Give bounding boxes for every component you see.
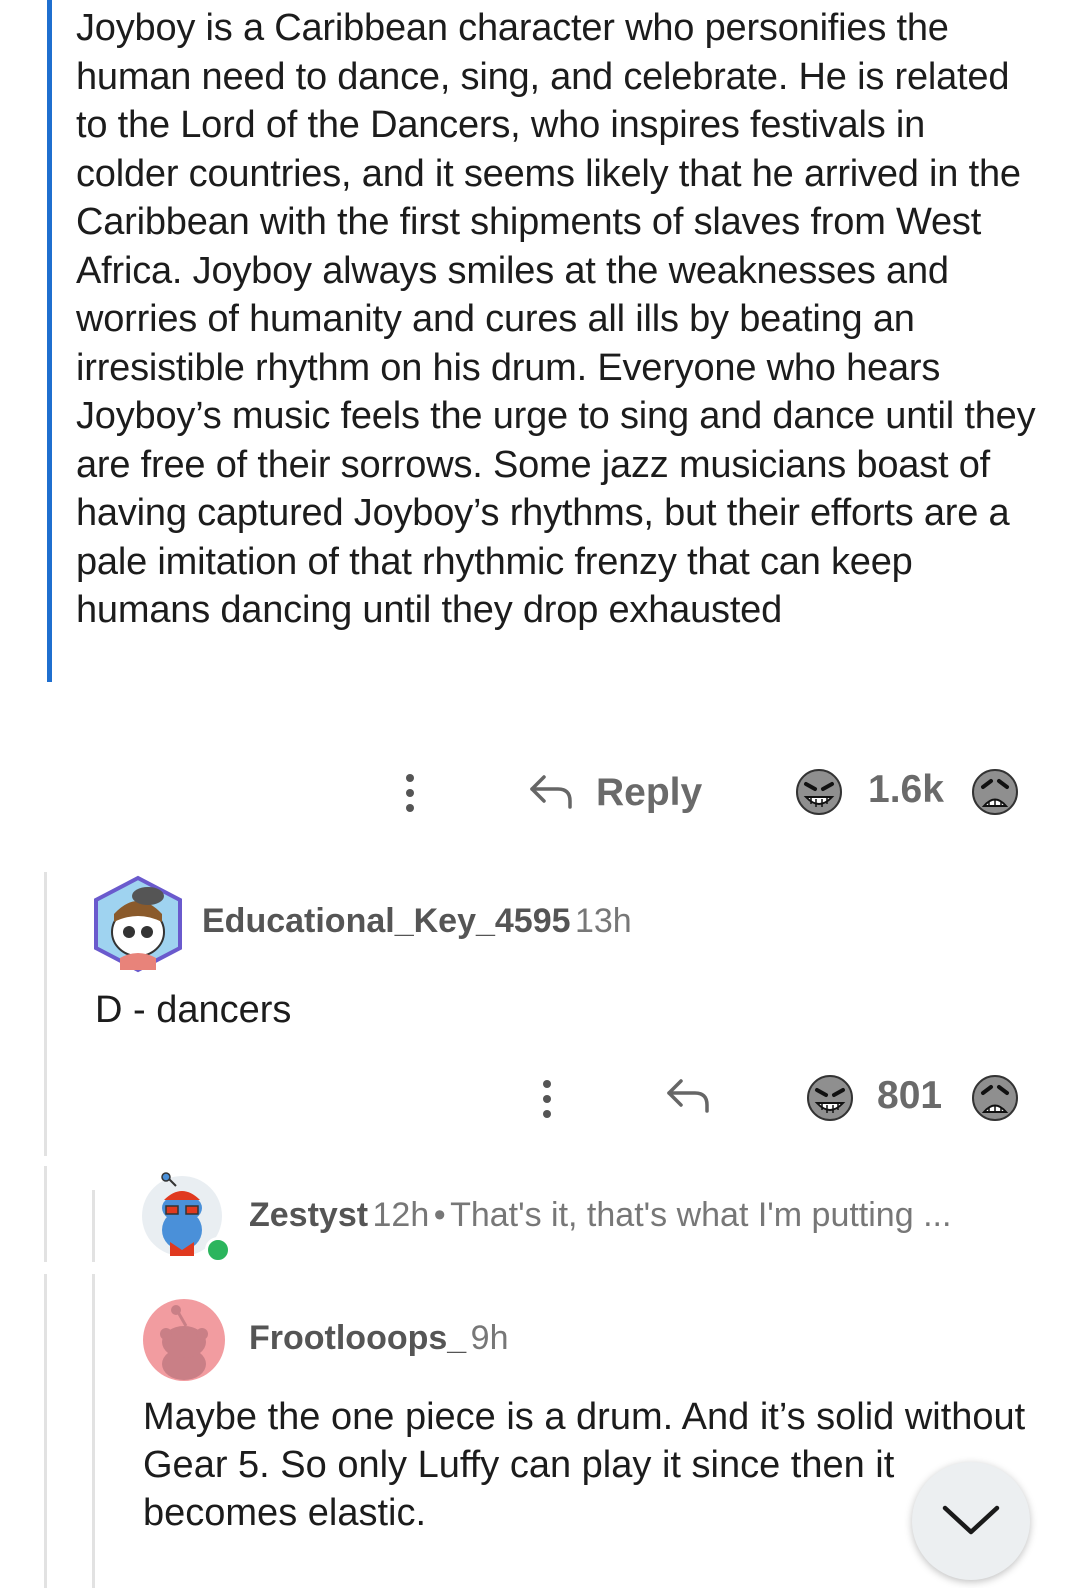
thread-line[interactable]: [44, 872, 47, 1156]
comment-username[interactable]: Zestyst: [249, 1196, 368, 1234]
thread-line[interactable]: [44, 1166, 47, 1262]
quote-bar: [47, 0, 52, 682]
reply-button[interactable]: [664, 1074, 712, 1120]
comment-score: 801: [877, 1074, 943, 1117]
comment-text: D - dancers: [95, 989, 292, 1031]
upvote-face-icon: [796, 769, 842, 815]
comment-time: 13h: [574, 902, 632, 940]
comment-text: Maybe the one piece is a drum. And it’s …: [143, 1396, 1026, 1534]
upvote-button[interactable]: [794, 766, 844, 818]
collapsed-comment-preview[interactable]: That's it, that's what I'm putting ...: [450, 1196, 951, 1234]
comment-username[interactable]: Frootlooops_: [249, 1319, 466, 1357]
more-vertical-icon: [404, 774, 416, 812]
more-options-button[interactable]: [398, 768, 422, 818]
scroll-down-button[interactable]: [912, 1462, 1030, 1580]
avatar[interactable]: [92, 874, 184, 974]
downvote-face-icon: [972, 1075, 1018, 1121]
more-options-button[interactable]: [535, 1074, 559, 1124]
avatar[interactable]: [142, 1298, 226, 1382]
more-vertical-icon: [541, 1080, 553, 1118]
thread-line[interactable]: [44, 1274, 47, 1588]
downvote-face-icon: [972, 769, 1018, 815]
reply-arrow-icon: [530, 775, 572, 809]
comment-username[interactable]: Educational_Key_4595: [202, 902, 571, 940]
separator-dot: •: [433, 1196, 446, 1234]
downvote-button[interactable]: [970, 766, 1020, 818]
reply-label: Reply: [596, 771, 703, 814]
reply-button[interactable]: Reply: [528, 766, 702, 820]
upvote-button[interactable]: [805, 1072, 855, 1124]
post-score: 1.6k: [868, 768, 944, 811]
comment-time: 12h: [372, 1196, 430, 1234]
quote-text: Joyboy is a Caribbean character who pers…: [76, 7, 1036, 631]
chevron-down-icon: [942, 1505, 1000, 1535]
thread-line[interactable]: [92, 1274, 95, 1588]
reply-arrow-icon: [667, 1079, 709, 1113]
thread-line[interactable]: [92, 1190, 95, 1262]
comment-time: 9h: [470, 1319, 509, 1357]
upvote-face-icon: [807, 1075, 853, 1121]
online-indicator: [205, 1237, 231, 1263]
downvote-button[interactable]: [970, 1072, 1020, 1124]
